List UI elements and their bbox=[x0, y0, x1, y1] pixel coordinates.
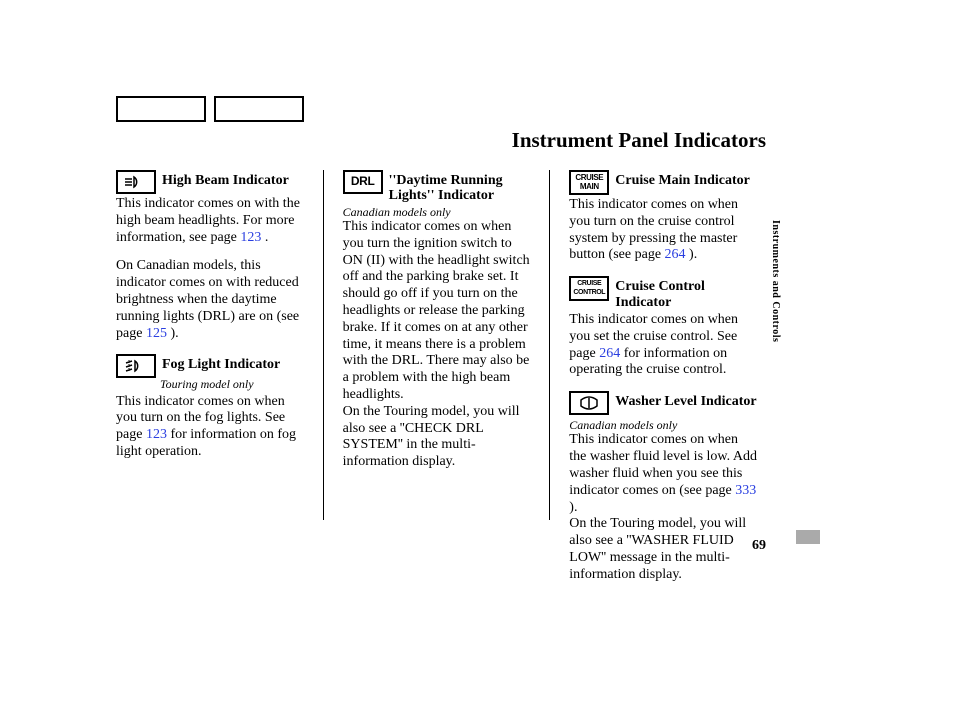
high-beam-p1: This indicator comes on with the high be… bbox=[116, 196, 305, 246]
column-3: CRUISEMAIN Cruise Main Indicator This in… bbox=[569, 170, 776, 596]
high-beam-icon bbox=[116, 170, 156, 194]
page-link-264b[interactable]: 264 bbox=[599, 346, 620, 361]
high-beam-header: High Beam Indicator bbox=[116, 170, 305, 194]
fog-light-title: Fog Light Indicator bbox=[162, 354, 280, 372]
page-link-123[interactable]: 123 bbox=[240, 230, 261, 245]
column-separator-1 bbox=[323, 170, 325, 520]
text: ). bbox=[686, 247, 698, 262]
text: ). bbox=[569, 500, 577, 515]
column-separator-2 bbox=[549, 170, 551, 520]
washer-icon bbox=[569, 391, 609, 415]
page: Instrument Panel Indicators Instruments … bbox=[0, 0, 954, 710]
page-link-123b[interactable]: 123 bbox=[146, 427, 167, 442]
text: ). bbox=[167, 326, 179, 341]
fog-light-note: Touring model only bbox=[160, 378, 305, 391]
page-link-264a[interactable]: 264 bbox=[665, 247, 686, 262]
fog-light-p1: This indicator comes on when you turn on… bbox=[116, 394, 305, 461]
text: . bbox=[261, 230, 268, 245]
drl-icon: DRL bbox=[343, 170, 383, 194]
washer-p1: This indicator comes on when the washer … bbox=[569, 432, 758, 516]
text: This indicator comes on with the high be… bbox=[116, 196, 300, 245]
drl-p1: This indicator comes on when you turn th… bbox=[343, 219, 532, 404]
page-title: Instrument Panel Indicators bbox=[512, 128, 766, 153]
cruise-main-icon: CRUISEMAIN bbox=[569, 170, 609, 195]
cruise-control-title: Cruise Control Indicator bbox=[615, 276, 758, 310]
text: This indicator comes on when the washer … bbox=[569, 432, 757, 497]
high-beam-title: High Beam Indicator bbox=[162, 170, 289, 188]
page-link-333[interactable]: 333 bbox=[735, 483, 756, 498]
page-link-125[interactable]: 125 bbox=[146, 326, 167, 341]
content-columns: High Beam Indicator This indicator comes… bbox=[116, 170, 776, 596]
washer-header: Washer Level Indicator bbox=[569, 391, 758, 415]
fog-light-header: Fog Light Indicator bbox=[116, 354, 305, 378]
cruise-main-header: CRUISEMAIN Cruise Main Indicator bbox=[569, 170, 758, 195]
column-2: DRL ''Daytime Running Lights'' Indicator… bbox=[343, 170, 550, 596]
text: On Canadian models, this indicator comes… bbox=[116, 258, 299, 340]
drl-title: ''Daytime Running Lights'' Indicator bbox=[389, 170, 532, 204]
drl-note: Canadian models only bbox=[343, 206, 532, 219]
cruise-main-title: Cruise Main Indicator bbox=[615, 170, 750, 188]
column-1: High Beam Indicator This indicator comes… bbox=[116, 170, 323, 596]
fog-light-title-block: Fog Light Indicator bbox=[162, 354, 280, 372]
washer-title: Washer Level Indicator bbox=[615, 391, 756, 409]
cruise-control-icon: CRUISECONTROL bbox=[569, 276, 609, 301]
washer-note: Canadian models only bbox=[569, 419, 758, 432]
high-beam-p2: On Canadian models, this indicator comes… bbox=[116, 258, 305, 342]
cruise-main-p1: This indicator comes on when you turn on… bbox=[569, 197, 758, 264]
text: This indicator comes on when you turn on… bbox=[569, 197, 738, 262]
washer-p2: On the Touring model, you will also see … bbox=[569, 516, 758, 583]
header-button-right[interactable] bbox=[214, 96, 304, 122]
fog-light-icon bbox=[116, 354, 156, 378]
cruise-control-p1: This indicator comes on when you set the… bbox=[569, 312, 758, 379]
header-button-left[interactable] bbox=[116, 96, 206, 122]
section-tab-marker bbox=[796, 530, 820, 544]
drl-header: DRL ''Daytime Running Lights'' Indicator bbox=[343, 170, 532, 204]
drl-p2: On the Touring model, you will also see … bbox=[343, 404, 532, 471]
cruise-control-header: CRUISECONTROL Cruise Control Indicator bbox=[569, 276, 758, 310]
